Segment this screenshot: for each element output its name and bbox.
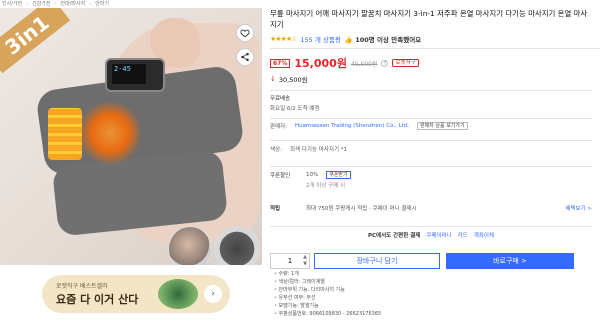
coupon-rate: 10% <box>306 172 319 178</box>
breadcrumb-separator: › <box>54 1 57 7</box>
banner-title: 요즘 다 이거 산다 <box>56 293 139 306</box>
delivery-date: 화요일 6/2 도착 예정 <box>270 106 320 112</box>
thumbnail-shoulder[interactable] <box>168 226 212 265</box>
device-screen: 2‑45 <box>112 64 146 84</box>
share-button[interactable] <box>236 48 254 66</box>
rating-row: ★★★★☆ 155 개 상품평 👍 100명 이상 만족했어요 <box>270 34 600 44</box>
discount-badge: 67% <box>270 58 291 68</box>
benefits-link[interactable]: 혜택보기 > <box>565 204 592 212</box>
heat-glow <box>80 98 140 168</box>
points-label: 적립 <box>270 206 281 212</box>
card-option[interactable]: 카드 <box>458 231 468 239</box>
product-title: 무릎 마사지기 어깨 마사지기 팔꿈치 마사지기 3-in-1 저주파 온열 마… <box>270 9 588 29</box>
banner-subtitle: 로켓직구 베스트셀러 <box>56 283 108 290</box>
breadcrumb: 인사/가전 › 건강가전 › 안마/마사지 › 안마기 <box>0 0 600 8</box>
seller-products-button[interactable]: 판매자 상품 보기가기 <box>417 122 468 130</box>
buy-now-button[interactable]: 바로구매 > <box>446 253 574 269</box>
seller-section: 판매자: Huamiaosen Trading (Shenzhen) Co., … <box>270 118 592 130</box>
quantity-stepper[interactable]: 1 ▲ ▼ <box>270 253 310 269</box>
spec-item: 색상/컬러: 그레이계열 <box>274 278 381 286</box>
promo-banner[interactable]: 로켓직구 베스트셀러 요즘 다 이거 산다 › <box>42 275 230 313</box>
chevron-right-icon[interactable]: › <box>204 285 222 303</box>
breadcrumb-item[interactable]: 안마/마사지 <box>61 0 86 8</box>
product-info: 무릎 마사지기 어깨 마사지기 팔꿈치 마사지기 3-in-1 저주파 온열 마… <box>270 8 600 317</box>
option-value[interactable]: 회색 다기능 마사지기 *1 <box>290 145 347 153</box>
points-section: 적립 최대 750원 쿠팡캐시 적립 · 쿠페이 머니 결제시 혜택보기 > <box>270 204 592 212</box>
divider <box>270 140 592 141</box>
option-section: 색상: 회색 다기능 마사지기 *1 <box>270 140 592 153</box>
breadcrumb-item[interactable]: 건강가전 <box>32 0 50 8</box>
review-count-link[interactable]: 155 개 상품평 <box>300 34 340 44</box>
breadcrumb-item[interactable]: 인사/가전 <box>2 0 22 8</box>
shipping-label: 무료배송 <box>270 96 291 102</box>
seller-name-link[interactable]: Huamiaosen Trading (Shenzhen) Co., Ltd. <box>295 123 409 129</box>
purchase-count: 👍 100명 이상 만족했어요 <box>344 36 422 44</box>
original-price: 45,500원 <box>350 60 378 68</box>
sale-price: 15,000원 <box>294 57 347 70</box>
coupon-download-button[interactable]: 쿠폰받기 <box>326 171 351 179</box>
coupon-label: 쿠폰할인 <box>270 173 291 179</box>
rocket-direct-badge: 로켓직구 <box>392 59 419 67</box>
divider <box>270 226 592 227</box>
spec-item: 유무선 여부: 무선 <box>274 294 381 302</box>
star-rating-icon: ★★★★☆ <box>270 35 297 43</box>
spec-item: 쿠팡상품번호: 9066109830 - 26623176365 <box>274 310 382 318</box>
spec-item: 모델기능: 발열기능 <box>274 302 381 310</box>
wishlist-heart-button[interactable] <box>236 24 254 42</box>
product-main-image[interactable]: 3in1 2‑45 <box>0 8 262 265</box>
3in1-badge: 3in1 <box>0 8 71 74</box>
divider <box>270 166 592 167</box>
coupon-section: 쿠폰할인 10% 쿠폰받기 2개 이상 구매 시 <box>270 166 592 189</box>
down-arrow-icon: ↓ <box>270 75 276 83</box>
spec-item: 수량: 1개 <box>274 270 381 278</box>
divider <box>270 48 600 49</box>
spec-list: 수량: 1개 색상/컬러: 그레이계열 안마부위 기능: 다리마사지 기능 유무… <box>274 270 382 318</box>
help-icon[interactable]: ? <box>381 59 389 67</box>
controller-device: 2‑45 <box>105 58 165 92</box>
points-text: 최대 750원 쿠팡캐시 적립 · 쿠페이 머니 결제시 <box>306 206 417 212</box>
add-to-cart-button[interactable]: 장바구니 담기 <box>314 253 440 269</box>
price-row: 67% 15,000원 45,500원 ? 로켓직구 <box>270 55 600 71</box>
thumbnail-device[interactable] <box>214 226 260 265</box>
breadcrumb-separator: › <box>26 1 29 7</box>
heating-pad-icon <box>48 108 82 160</box>
seller-label: 판매자: <box>270 124 288 130</box>
shipping-section: 무료배송 화요일 6/2 도착 예정 <box>270 90 592 112</box>
pc-payment-section: PC에서도 간편한 결제 쿠페이머니 카드 계좌이체 <box>270 226 592 239</box>
heart-icon <box>240 29 250 38</box>
option-label: 색상: <box>270 147 282 153</box>
bank-transfer-option[interactable]: 계좌이체 <box>474 231 494 239</box>
spec-item: 안마부위 기능: 다리마사지 기능 <box>274 286 381 294</box>
divider <box>270 118 592 119</box>
breadcrumb-item[interactable]: 안마기 <box>95 0 109 8</box>
divider <box>270 90 592 91</box>
second-price: 30,500원 <box>278 76 308 84</box>
share-icon <box>241 52 249 62</box>
banner-image <box>158 279 198 309</box>
breadcrumb-separator: › <box>89 1 92 7</box>
coupon-note: 2개 이상 구매 시 <box>306 183 346 189</box>
pc-payment-text: PC에서도 간편한 결제 <box>367 233 421 239</box>
coupay-option[interactable]: 쿠페이머니 <box>426 231 451 239</box>
second-price-row: ↓ 30,500원 <box>270 74 600 84</box>
stepper-arrows-icon[interactable]: ▲ ▼ <box>303 254 307 268</box>
quantity-value: 1 <box>287 257 293 265</box>
